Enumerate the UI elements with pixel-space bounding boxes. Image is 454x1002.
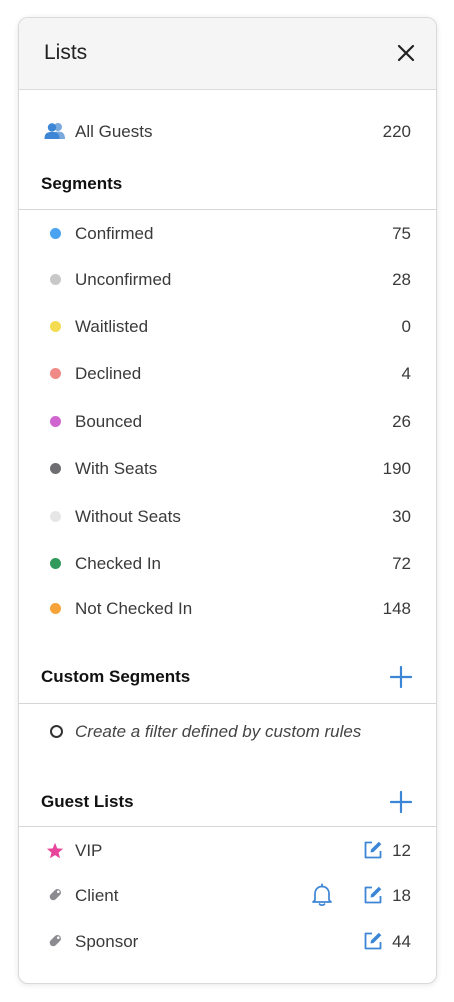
people-icon <box>43 116 67 146</box>
segments-title: Segments <box>41 174 123 193</box>
segment-count: 190 <box>382 459 411 478</box>
guest-list-label: Sponsor <box>75 932 139 951</box>
segment-row-with-seats[interactable]: With Seats 190 <box>19 453 436 483</box>
guest-lists-title: Guest Lists <box>41 792 134 811</box>
segment-count: 4 <box>401 364 411 383</box>
add-guest-list-icon[interactable] <box>390 791 412 813</box>
guest-list-count: 18 <box>392 886 411 905</box>
segment-row-not-checked-in[interactable]: Not Checked In 148 <box>19 593 436 623</box>
not-checked-in-dot-icon <box>49 602 61 614</box>
segment-count: 28 <box>392 270 411 289</box>
without-seats-dot-icon <box>49 510 61 522</box>
segment-count: 26 <box>392 412 411 431</box>
unconfirmed-dot-icon <box>49 273 61 285</box>
tag-icon <box>43 926 67 956</box>
star-icon <box>43 835 67 865</box>
segment-count: 75 <box>392 224 411 243</box>
segment-label: Bounced <box>75 412 143 431</box>
confirmed-dot-icon <box>49 227 61 239</box>
segment-count: 148 <box>382 599 411 618</box>
edit-icon[interactable] <box>363 885 383 905</box>
segment-row-checked-in[interactable]: Checked In 72 <box>19 548 436 578</box>
custom-segments-title: Custom Segments <box>41 667 191 686</box>
segment-row-bounced[interactable]: Bounced 26 <box>19 406 436 436</box>
guest-list-row-sponsor[interactable]: Sponsor 44 <box>19 926 436 956</box>
guest-list-row-vip[interactable]: VIP 12 <box>19 835 436 865</box>
checked-in-dot-icon <box>49 557 61 569</box>
add-custom-segment-icon[interactable] <box>390 666 412 688</box>
guest-list-count: 44 <box>392 932 411 951</box>
segment-row-declined[interactable]: Declined 4 <box>19 358 436 388</box>
guest-lists-divider <box>19 826 436 827</box>
tag-icon <box>43 880 67 910</box>
guest-list-label: VIP <box>75 841 103 860</box>
custom-segment-hint[interactable]: Create a filter defined by custom rules <box>75 722 361 742</box>
all-guests-count: 220 <box>382 122 411 141</box>
segment-label: Declined <box>75 364 142 383</box>
close-icon[interactable] <box>396 43 416 63</box>
segment-label: Waitlisted <box>75 317 149 336</box>
custom-segments-divider <box>19 703 436 704</box>
guest-list-row-client[interactable]: Client 18 <box>19 880 436 910</box>
bell-icon[interactable] <box>311 883 333 907</box>
segment-row-confirmed[interactable]: Confirmed 75 <box>19 218 436 248</box>
segment-label: Confirmed <box>75 224 154 243</box>
segment-count: 72 <box>392 554 411 573</box>
circle-icon <box>50 725 63 738</box>
segment-label: Checked In <box>75 554 161 573</box>
panel-title: Lists <box>44 41 88 64</box>
with-seats-dot-icon <box>49 462 61 474</box>
segment-count: 30 <box>392 507 411 526</box>
edit-icon[interactable] <box>363 931 383 951</box>
segment-row-waitlisted[interactable]: Waitlisted 0 <box>19 311 436 341</box>
declined-dot-icon <box>49 367 61 379</box>
lists-panel: Lists All Guests 220 Segments Confirmed … <box>18 17 437 984</box>
segment-label: Without Seats <box>75 507 181 526</box>
segment-row-unconfirmed[interactable]: Unconfirmed 28 <box>19 264 436 294</box>
bounced-dot-icon <box>49 415 61 427</box>
segment-label: With Seats <box>75 459 158 478</box>
segment-label: Unconfirmed <box>75 270 172 289</box>
waitlisted-dot-icon <box>49 320 61 332</box>
all-guests-row[interactable]: All Guests 220 <box>19 116 436 146</box>
guest-list-count: 12 <box>392 841 411 860</box>
guest-list-label: Client <box>75 886 119 905</box>
segment-row-without-seats[interactable]: Without Seats 30 <box>19 501 436 531</box>
segments-divider <box>19 209 436 210</box>
segment-count: 0 <box>401 317 411 336</box>
segment-label: Not Checked In <box>75 599 193 618</box>
all-guests-label: All Guests <box>75 122 153 141</box>
panel-header: Lists <box>19 18 436 90</box>
edit-icon[interactable] <box>363 840 383 860</box>
